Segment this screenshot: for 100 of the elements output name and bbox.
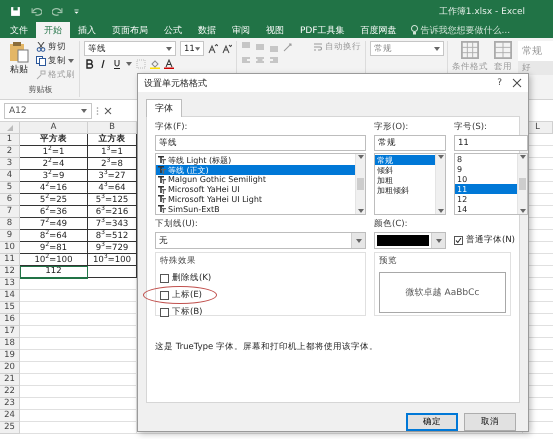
row-header[interactable]: 24 xyxy=(0,410,20,422)
row-header[interactable]: 23 xyxy=(0,398,20,410)
list-option[interactable]: 常规 xyxy=(375,155,435,165)
fill-color-icon[interactable] xyxy=(150,59,160,69)
row-header[interactable]: 9 xyxy=(0,230,20,242)
effect-checkbox[interactable]: 删除线(K) xyxy=(160,272,212,284)
option-list[interactable]: 8 9 10 11 12 14 xyxy=(454,153,528,215)
row-header[interactable]: 21 xyxy=(0,374,20,386)
number-format-field[interactable]: 常规 xyxy=(370,41,444,56)
list-option[interactable]: 14 xyxy=(455,204,517,214)
ribbon-tab[interactable]: 开始 xyxy=(36,22,70,38)
cancel-button[interactable]: 取消 xyxy=(464,413,516,431)
help-button[interactable]: ? xyxy=(497,78,502,88)
list-option[interactable]: 等线 Light (标题) xyxy=(156,155,355,165)
copy-button[interactable]: 复制 xyxy=(36,55,75,67)
align-middle-icon[interactable] xyxy=(255,42,265,52)
list-option[interactable]: 12 xyxy=(455,194,517,204)
row-header[interactable]: 4 xyxy=(0,170,20,182)
grow-font-icon[interactable] xyxy=(208,44,218,54)
color-dropdown[interactable] xyxy=(374,232,446,249)
paste-button[interactable]: 粘贴 xyxy=(6,41,32,76)
list-option[interactable]: 10 xyxy=(455,174,517,184)
row-header[interactable]: 13 xyxy=(0,278,20,290)
list-option[interactable]: 8 xyxy=(455,155,517,165)
row-header[interactable]: 17 xyxy=(0,326,20,338)
ribbon-tab[interactable]: 视图 xyxy=(258,22,292,38)
table-grid-icon[interactable] xyxy=(461,41,479,59)
ribbon-tab[interactable]: 数据 xyxy=(190,22,224,38)
scroll-thumb[interactable] xyxy=(357,178,364,190)
name-box[interactable]: A12 xyxy=(4,102,92,118)
list-option[interactable]: 9 xyxy=(455,164,517,175)
scroll-bar[interactable] xyxy=(517,154,527,214)
row-header[interactable]: 3 xyxy=(0,158,20,170)
ribbon-tab[interactable]: 百度网盘 xyxy=(352,22,405,38)
row-header[interactable]: 12 xyxy=(0,266,20,278)
effect-checkbox[interactable]: 下标(B) xyxy=(160,306,202,318)
ribbon-tab[interactable]: 公式 xyxy=(156,22,190,38)
shrink-font-icon[interactable] xyxy=(222,44,232,54)
ribbon-tab[interactable]: 页面布局 xyxy=(104,22,156,38)
list-option[interactable]: Microsoft YaHei UI xyxy=(156,184,355,194)
bold-icon[interactable] xyxy=(84,59,94,69)
underline-dropdown[interactable]: 无 xyxy=(155,232,366,249)
row-header[interactable]: 5 xyxy=(0,182,20,194)
ribbon-tab[interactable]: 插入 xyxy=(70,22,104,38)
copy-icon[interactable] xyxy=(36,56,46,66)
option-list[interactable]: 等线 Light (标题) 等线 (正文) Malgun Gothic Semilight Microsoft YaHei UI Microsoft YaHei UI Light SimSun-ExtB xyxy=(155,153,366,215)
font-size-field[interactable]: 11 xyxy=(180,41,204,56)
row-header[interactable]: 25 xyxy=(0,422,20,434)
customize-icon[interactable] xyxy=(73,7,80,15)
row-header[interactable]: 18 xyxy=(0,338,20,350)
list-option[interactable]: SimSun-ExtB xyxy=(156,204,355,214)
list-option[interactable]: 加粗倾斜 xyxy=(375,185,435,195)
row-header[interactable]: 22 xyxy=(0,386,20,398)
select-all-corner[interactable] xyxy=(0,122,20,134)
row-header[interactable]: 16 xyxy=(0,314,20,326)
row-header[interactable]: 15 xyxy=(0,302,20,314)
list-option[interactable]: Malgun Gothic Semilight xyxy=(156,175,355,185)
cut-button[interactable]: 剪切 xyxy=(36,41,75,53)
option-list[interactable]: 常规 倾斜 加粗 加粗倾斜 xyxy=(374,153,446,215)
list-option[interactable]: 等线 (正文) xyxy=(156,165,355,175)
row-header[interactable]: 8 xyxy=(0,218,20,230)
list-option[interactable]: 倾斜 xyxy=(375,165,435,175)
close-icon[interactable] xyxy=(512,78,522,88)
paintbrush-icon[interactable] xyxy=(36,70,46,80)
row-header[interactable]: 6 xyxy=(0,194,20,206)
ribbon-tab[interactable]: PDF工具集 xyxy=(292,22,353,38)
ribbon-tab[interactable]: 审阅 xyxy=(224,22,258,38)
row-header[interactable]: 10 xyxy=(0,242,20,254)
row-header[interactable]: 19 xyxy=(0,350,20,362)
dialog-tab[interactable]: 字体 xyxy=(146,99,182,117)
column-header[interactable]: A xyxy=(20,122,88,134)
tell-me-field[interactable]: 告诉我您想要做什么... xyxy=(410,22,510,38)
input-field[interactable]: 11 xyxy=(454,135,528,151)
font-name-field[interactable]: 等线 xyxy=(84,41,176,56)
scroll-bar[interactable] xyxy=(435,154,445,214)
list-option[interactable]: 11 xyxy=(455,184,517,194)
underline-icon[interactable] xyxy=(112,59,122,69)
row-header[interactable]: 7 xyxy=(0,206,20,218)
table-grid-icon[interactable] xyxy=(494,41,512,59)
input-field[interactable]: 等线 xyxy=(155,135,366,151)
undo-icon[interactable] xyxy=(31,6,42,16)
list-option[interactable]: 加粗 xyxy=(375,175,435,185)
scissors-icon[interactable] xyxy=(36,42,46,52)
row-header[interactable]: 11 xyxy=(0,254,20,266)
font-color-icon[interactable] xyxy=(164,59,174,69)
row-header[interactable]: 1 xyxy=(0,134,20,146)
row-header[interactable]: 14 xyxy=(0,290,20,302)
save-icon[interactable] xyxy=(10,6,21,16)
ok-button[interactable]: 确定 xyxy=(406,413,458,431)
row-header[interactable]: 2 xyxy=(0,146,20,158)
input-field[interactable]: 常规 xyxy=(374,135,446,151)
list-option[interactable]: Microsoft YaHei UI Light xyxy=(156,194,355,204)
orientation-icon[interactable] xyxy=(283,42,293,52)
wrap-text-icon[interactable] xyxy=(313,42,323,52)
effect-checkbox[interactable]: 上标(E) xyxy=(160,289,202,301)
redo-icon[interactable] xyxy=(52,6,63,16)
cancel-icon[interactable] xyxy=(103,106,113,116)
scroll-bar[interactable] xyxy=(355,154,365,214)
row-header[interactable]: 20 xyxy=(0,362,20,374)
scroll-thumb[interactable] xyxy=(519,178,526,190)
